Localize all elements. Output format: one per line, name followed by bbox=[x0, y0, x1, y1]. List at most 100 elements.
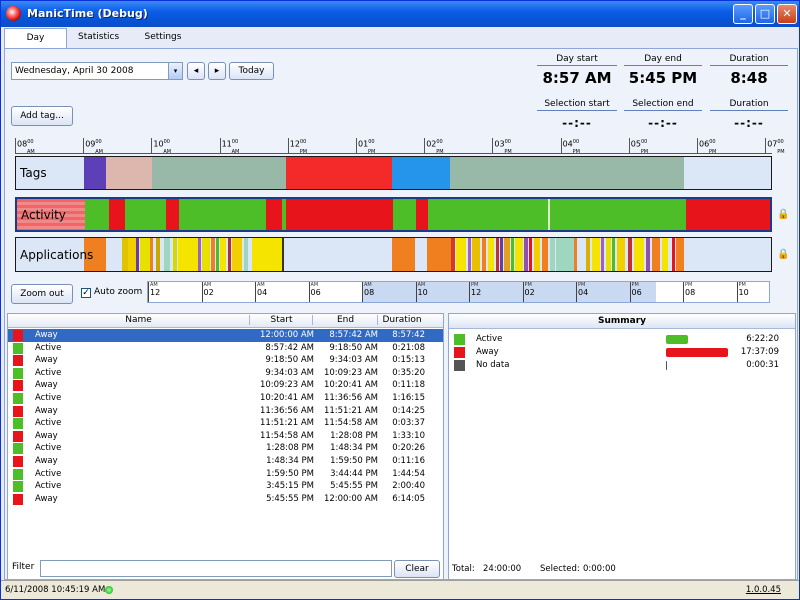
timeline-segment[interactable] bbox=[282, 238, 284, 271]
table-row[interactable]: Active 8:57:42 AM 9:18:50 AM 0:21:08 bbox=[8, 342, 443, 355]
timeline-segment[interactable] bbox=[686, 199, 770, 230]
timeline-segment[interactable] bbox=[286, 157, 392, 189]
timeline-segment[interactable] bbox=[472, 238, 480, 271]
maximize-button[interactable]: □ bbox=[755, 4, 775, 24]
timeline-segment[interactable] bbox=[482, 238, 486, 271]
timeline-segment[interactable] bbox=[468, 238, 471, 271]
timeline-segment[interactable] bbox=[393, 199, 416, 230]
timeline-segment[interactable] bbox=[652, 238, 660, 271]
timeline-segment[interactable] bbox=[106, 157, 152, 189]
timeline-segment[interactable] bbox=[676, 238, 684, 271]
timeline-segment[interactable] bbox=[152, 157, 286, 189]
summary-row[interactable]: Away 17:37:09 bbox=[449, 346, 795, 359]
table-row[interactable]: Away 10:09:23 AM 10:20:41 AM 0:11:18 bbox=[8, 379, 443, 392]
date-picker[interactable]: Wednesday, April 30 2008 ▾ bbox=[11, 62, 183, 80]
tab-settings[interactable]: Settings bbox=[138, 28, 188, 48]
timeline-segment[interactable] bbox=[592, 238, 600, 271]
tab-statistics[interactable]: Statistics bbox=[74, 28, 122, 48]
auto-zoom-checkbox[interactable]: ✓ bbox=[81, 288, 91, 298]
timeline-segment[interactable] bbox=[606, 238, 611, 271]
activity-row[interactable]: Activity bbox=[15, 197, 772, 232]
tab-day[interactable]: Day bbox=[4, 28, 67, 49]
lock-icon[interactable]: 🔒 bbox=[777, 209, 789, 221]
timeline-segment[interactable] bbox=[534, 238, 540, 271]
table-row[interactable]: Active 1:59:50 PM 3:44:44 PM 1:44:54 bbox=[8, 468, 443, 481]
tags-row[interactable]: Tags bbox=[15, 156, 772, 190]
column-duration[interactable]: Duration bbox=[379, 315, 425, 325]
timeline-segment[interactable] bbox=[416, 199, 428, 230]
table-row[interactable]: Active 3:45:15 PM 5:45:55 PM 2:00:40 bbox=[8, 480, 443, 493]
add-tag-button[interactable]: Add tag... bbox=[11, 106, 73, 126]
timeline[interactable]: 0800 AM 0900 AM 1000 AM 1100 AM 1200 PM 0100 PM 0200… bbox=[15, 138, 789, 272]
timeline-segment[interactable] bbox=[286, 199, 393, 230]
timeline-segment[interactable] bbox=[617, 238, 625, 271]
timeline-segment[interactable] bbox=[612, 238, 615, 271]
timeline-segment[interactable] bbox=[136, 238, 139, 271]
clear-button[interactable]: Clear bbox=[394, 560, 440, 578]
table-row[interactable]: Away 11:36:56 AM 11:51:21 AM 0:14:25 bbox=[8, 405, 443, 418]
timeline-segment[interactable] bbox=[392, 157, 450, 189]
timeline-segment[interactable] bbox=[450, 157, 684, 189]
timeline-segment[interactable] bbox=[672, 238, 675, 271]
timeline-segment[interactable] bbox=[451, 238, 455, 271]
timeline-segment[interactable] bbox=[85, 199, 109, 230]
timeline-segment[interactable] bbox=[179, 199, 266, 230]
table-row[interactable]: Active 11:51:21 AM 11:54:58 AM 0:03:37 bbox=[8, 417, 443, 430]
zoom-ruler[interactable]: AM 12 AM 02 AM 04 AM 06 AM 08 AM 10 PM 12 PM 02 PM 04 PM 06… bbox=[147, 281, 770, 303]
timeline-segment[interactable] bbox=[646, 238, 650, 271]
version-link[interactable]: 1.0.0.45 bbox=[746, 585, 781, 595]
applications-row[interactable]: Applications bbox=[15, 237, 772, 272]
zoom-out-button[interactable]: Zoom out bbox=[11, 284, 73, 304]
summary-row[interactable]: Active 6:22:20 bbox=[449, 333, 795, 346]
timeline-segment[interactable] bbox=[164, 238, 170, 271]
timeline-segment[interactable] bbox=[515, 238, 523, 271]
timeline-segment[interactable] bbox=[150, 238, 153, 271]
timeline-segment[interactable] bbox=[252, 238, 282, 271]
timeline-segment[interactable] bbox=[244, 238, 248, 271]
table-row[interactable]: Away 9:18:50 AM 9:34:03 AM 0:15:13 bbox=[8, 354, 443, 367]
timeline-segment[interactable] bbox=[601, 238, 604, 271]
timeline-segment[interactable] bbox=[228, 238, 231, 271]
timeline-segment[interactable] bbox=[427, 238, 451, 271]
timeline-segment[interactable] bbox=[266, 199, 282, 230]
timeline-segment[interactable] bbox=[140, 238, 150, 271]
previous-day-button[interactable]: ◂ bbox=[187, 62, 205, 80]
timeline-segment[interactable] bbox=[550, 199, 686, 230]
table-row[interactable]: Active 1:28:08 PM 1:48:34 PM 0:20:26 bbox=[8, 442, 443, 455]
timeline-segment[interactable] bbox=[84, 157, 106, 189]
timeline-segment[interactable] bbox=[211, 238, 215, 271]
timeline-segment[interactable] bbox=[662, 238, 668, 271]
timeline-segment[interactable] bbox=[178, 238, 198, 271]
timeline-segment[interactable] bbox=[202, 238, 210, 271]
column-end[interactable]: End bbox=[314, 315, 378, 325]
table-row[interactable]: Away 1:48:34 PM 1:59:50 PM 0:11:16 bbox=[8, 455, 443, 468]
table-row[interactable]: Active 9:34:03 AM 10:09:23 AM 0:35:20 bbox=[8, 367, 443, 380]
timeline-segment[interactable] bbox=[488, 238, 494, 271]
close-button[interactable]: ✕ bbox=[777, 4, 797, 24]
zoom-selection[interactable] bbox=[363, 282, 656, 302]
timeline-segment[interactable] bbox=[173, 238, 177, 271]
timeline-segment[interactable] bbox=[628, 238, 632, 271]
timeline-segment[interactable] bbox=[156, 238, 160, 271]
column-start[interactable]: Start bbox=[251, 315, 313, 325]
column-name[interactable]: Name bbox=[28, 315, 250, 325]
timeline-segment[interactable] bbox=[634, 238, 644, 271]
timeline-segment[interactable] bbox=[428, 199, 548, 230]
table-row[interactable]: Away 12:00:00 AM 8:57:42 AM 8:57:42 bbox=[8, 329, 443, 342]
timeline-segment[interactable] bbox=[216, 238, 219, 271]
timeline-segment[interactable] bbox=[524, 238, 528, 271]
minimize-button[interactable]: _ bbox=[733, 4, 753, 24]
timeline-segment[interactable] bbox=[496, 238, 499, 271]
timeline-segment[interactable] bbox=[504, 238, 510, 271]
timeline-segment[interactable] bbox=[456, 238, 466, 271]
lock-icon[interactable]: 🔒 bbox=[777, 249, 789, 261]
timeline-segment[interactable] bbox=[550, 238, 555, 271]
summary-row[interactable]: No data 0:00:31 bbox=[449, 359, 795, 372]
next-day-button[interactable]: ▸ bbox=[208, 62, 226, 80]
timeline-segment[interactable] bbox=[109, 199, 125, 230]
timeline-segment[interactable] bbox=[542, 238, 548, 271]
table-row[interactable]: Active 10:20:41 AM 11:36:56 AM 1:16:15 bbox=[8, 392, 443, 405]
timeline-segment[interactable] bbox=[574, 238, 577, 271]
title-bar[interactable]: ManicTime (Debug) _ □ ✕ bbox=[1, 1, 799, 27]
timeline-segment[interactable] bbox=[586, 238, 590, 271]
